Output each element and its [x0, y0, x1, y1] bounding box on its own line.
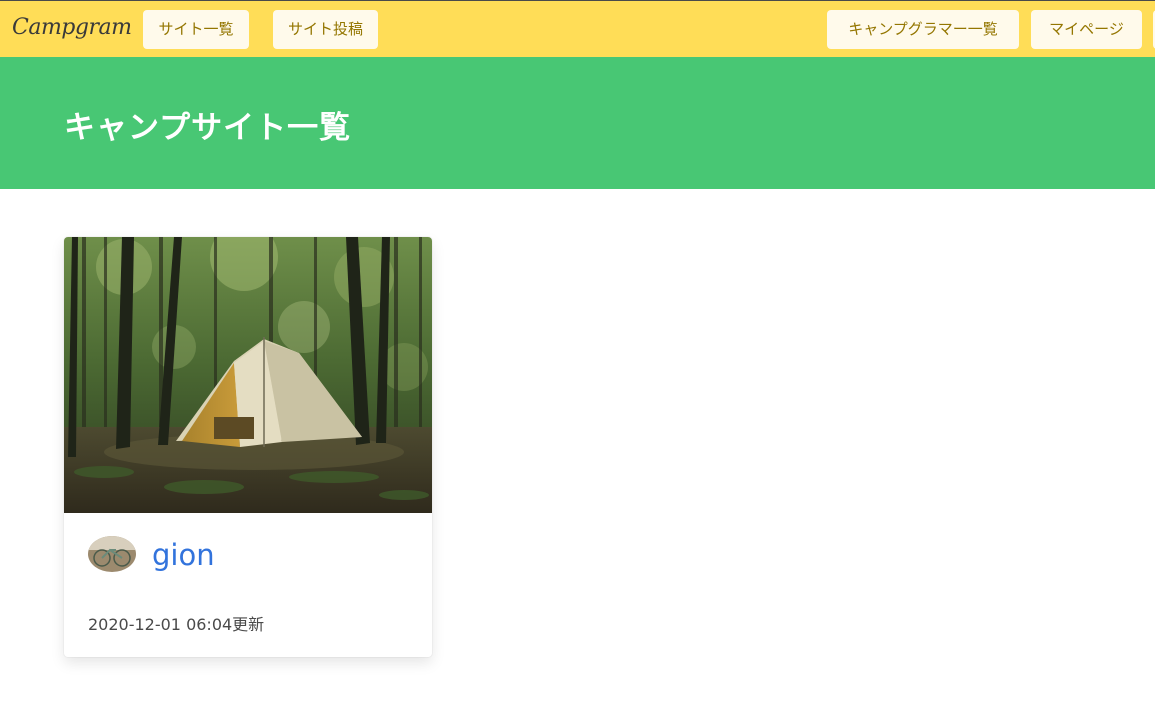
top-navbar: Campgram サイト一覧 サイト投稿 キャンプグラマー一覧 マイページ: [0, 0, 1155, 57]
mypage-button[interactable]: マイページ: [1031, 10, 1142, 49]
campsite-card[interactable]: gion 2020-12-01 06:04更新: [64, 237, 432, 657]
page-title: キャンプサイト一覧: [64, 110, 352, 146]
updated-timestamp: 2020-12-01 06:04更新: [88, 615, 265, 634]
site-list-button[interactable]: サイト一覧: [143, 10, 249, 49]
campsite-photo[interactable]: [64, 237, 432, 513]
brand-logo[interactable]: Campgram: [12, 15, 132, 40]
campgramer-list-button[interactable]: キャンプグラマー一覧: [827, 10, 1019, 49]
site-post-button[interactable]: サイト投稿: [273, 10, 378, 49]
hero-banner: キャンプサイト一覧: [0, 57, 1155, 189]
user-avatar[interactable]: [88, 536, 136, 572]
bicycle-avatar-icon: [88, 536, 136, 572]
user-name-link[interactable]: gion: [152, 538, 215, 572]
